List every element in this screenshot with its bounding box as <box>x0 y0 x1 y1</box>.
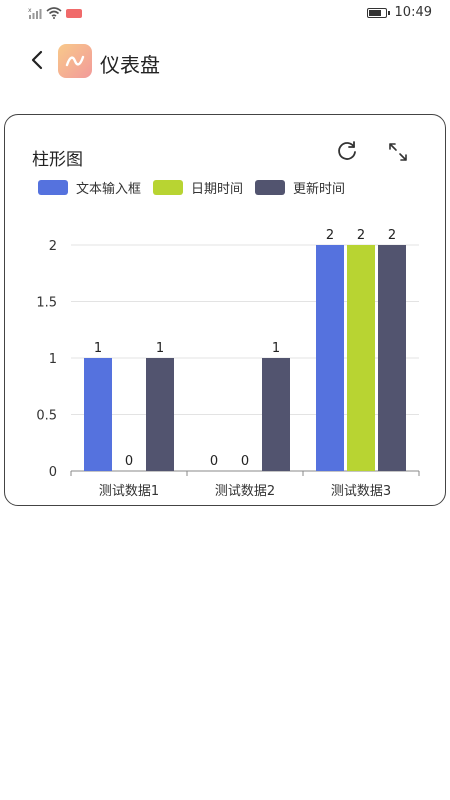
bar-value-label: 1 <box>156 341 164 356</box>
chevron-left-icon[interactable] <box>26 48 50 72</box>
bar-value-label: 2 <box>388 228 396 243</box>
svg-text:x: x <box>28 7 32 14</box>
status-bar: x 10:49 <box>0 0 450 28</box>
bar <box>378 245 406 471</box>
x-tick-label: 测试数据1 <box>99 484 159 499</box>
y-tick-label: 0.5 <box>36 409 57 424</box>
bar <box>262 358 290 471</box>
x-tick-label: 测试数据2 <box>215 484 275 499</box>
bar-value-label: 0 <box>210 454 218 469</box>
app-logo-icon <box>58 44 92 78</box>
bar-value-label: 1 <box>272 341 280 356</box>
bar <box>84 358 112 471</box>
page-title: 仪表盘 <box>100 53 160 77</box>
y-tick-label: 1 <box>49 352 57 367</box>
bar-value-label: 2 <box>357 228 365 243</box>
bar <box>316 245 344 471</box>
y-tick-label: 0 <box>49 465 57 480</box>
y-tick-label: 1.5 <box>36 296 57 311</box>
bar-chart-card: 柱形图 文本输入框 日期时间 更新时间 0 0.5 1 1.5 2 测试数据1 1 0 1 测试数… <box>4 114 446 506</box>
bar-value-label: 0 <box>241 454 249 469</box>
bar <box>146 358 174 471</box>
y-tick-label: 2 <box>49 239 57 254</box>
status-time: 10:49 <box>394 5 432 20</box>
bar <box>347 245 375 471</box>
bar-value-label: 0 <box>125 454 133 469</box>
app-header: 仪表盘 <box>0 38 450 84</box>
status-icons-left: x <box>28 7 82 19</box>
battery-icon <box>366 7 390 18</box>
bar-value-label: 1 <box>94 341 102 356</box>
bar-value-label: 2 <box>326 228 334 243</box>
wifi-icon <box>46 7 62 19</box>
battery-saver-icon <box>66 8 82 18</box>
x-tick-label: 测试数据3 <box>331 484 391 499</box>
bar-chart: 0 0.5 1 1.5 2 测试数据1 1 0 1 测试数据2 0 0 1 测试数据3 2 2 2 <box>36 228 420 499</box>
signal-icon: x <box>28 7 42 19</box>
